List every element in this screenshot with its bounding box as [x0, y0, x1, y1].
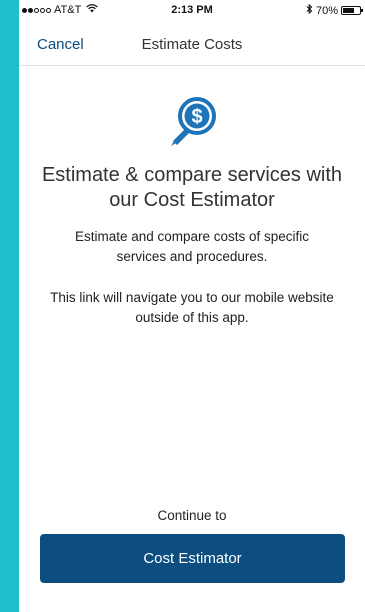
- svg-text:$: $: [191, 106, 202, 128]
- status-bar: AT&T 2:13 PM 70%: [19, 0, 365, 20]
- headline: Estimate & compare services with our Cos…: [41, 164, 343, 211]
- navigation-note: This link will navigate you to our mobil…: [50, 290, 334, 325]
- status-right: 70%: [306, 3, 363, 17]
- battery-percent: 70%: [315, 4, 338, 17]
- battery-icon: [341, 6, 363, 15]
- continue-label: Continue to: [157, 508, 227, 523]
- app-screen: AT&T 2:13 PM 70% Cancel Estimate Costs $…: [19, 0, 365, 612]
- cost-estimator-button-label: Cost Estimator: [143, 550, 242, 567]
- description-text: Estimate and compare costs of specific s…: [74, 229, 310, 264]
- cost-estimator-button[interactable]: Cost Estimator: [40, 534, 345, 583]
- dollar-magnifier-icon: $: [167, 94, 219, 150]
- bluetooth-icon: [306, 3, 313, 17]
- navigation-bar: Cancel Estimate Costs: [19, 20, 365, 66]
- page-title: Estimate Costs: [141, 36, 243, 53]
